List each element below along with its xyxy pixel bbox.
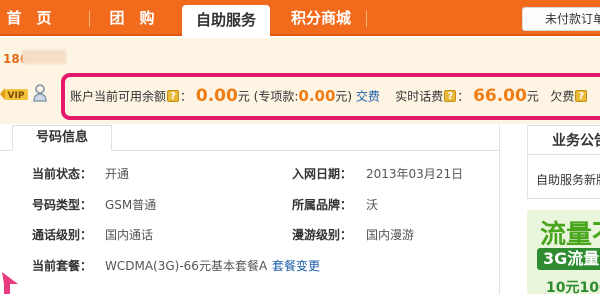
help-icon[interactable]: ? — [575, 90, 588, 102]
user-profile-icon[interactable] — [33, 84, 47, 102]
join-date-label: 入网日期： — [292, 167, 353, 181]
svg-text:VIP: VIP — [8, 91, 25, 101]
brand-value: 沃 — [366, 198, 379, 212]
phone-number-mask — [22, 50, 66, 64]
balance-label: 账户当前可用余额 — [70, 89, 167, 104]
brand-label: 所属品牌： — [292, 198, 353, 212]
arrears-label: 欠费 — [550, 89, 575, 104]
announcement-item[interactable]: 自助服务新版 — [536, 171, 600, 188]
pointer-arrow-icon — [2, 272, 18, 294]
call-level-value: 国内通话 — [105, 228, 154, 242]
promo-price: 10元100M — [546, 280, 600, 294]
status-label: 当前状态： — [32, 167, 93, 181]
special-fund-amount: 0.00 — [298, 87, 336, 105]
nav-tab-groupbuy[interactable]: 团 购 — [90, 0, 174, 36]
roaming-level-label: 漫游级别： — [292, 228, 353, 242]
recharge-link[interactable]: 交费 — [356, 90, 380, 104]
help-icon[interactable]: ? — [167, 90, 180, 102]
nav-tab-home[interactable]: 首 页 — [0, 0, 58, 36]
colon: ： — [180, 89, 193, 104]
current-plan-label: 当前套餐： — [32, 259, 93, 273]
realtime-fee-unit: 元 — [526, 89, 539, 104]
status-value: 开通 — [105, 167, 130, 181]
promo-headline: 流量不 — [540, 220, 600, 250]
join-date-value: 2013年03月21日 — [366, 167, 464, 181]
change-plan-link[interactable]: 套餐变更 — [272, 257, 320, 274]
current-plan-value: WCDMA(3G)-66元基本套餐A — [105, 259, 268, 273]
promo-3g-band: 3G流量 — [537, 248, 600, 270]
nav-tab-points-mall[interactable]: 积分商城 — [276, 0, 366, 36]
vip-badge-icon: VIP — [0, 88, 28, 101]
nav-divider — [366, 10, 367, 27]
nav-tab-self-service[interactable]: 自助服务 — [182, 5, 270, 38]
number-type-label: 号码类型： — [32, 198, 93, 212]
balance-row: 账户当前可用余额?： 0.00元 (专项款:0.00元) 交费 实时话费?： 6… — [70, 86, 588, 106]
special-fund-label: (专项款: — [253, 89, 299, 104]
realtime-fee-amount: 66.00 — [473, 86, 527, 106]
panel-divider — [499, 125, 500, 294]
special-fund-close: 元) — [335, 89, 353, 104]
call-level-label: 通话级别： — [32, 228, 93, 242]
unpaid-orders-button[interactable]: 未付款订单 — [522, 7, 600, 31]
roaming-level-value: 国内漫游 — [366, 228, 415, 242]
top-nav: 首 页 团 购 自助服务 积分商城 未付款订单 — [0, 0, 600, 38]
balance-unit: 元 — [237, 89, 250, 104]
help-icon[interactable]: ? — [444, 90, 457, 102]
balance-amount: 0.00 — [195, 86, 238, 106]
realtime-fee-label: 实时话费 — [395, 89, 444, 104]
colon: ： — [457, 89, 470, 104]
announcements-title: 业务公告 — [527, 125, 600, 155]
number-type-value: GSM普通 — [105, 198, 157, 212]
tab-number-info[interactable]: 号码信息 — [12, 125, 112, 151]
